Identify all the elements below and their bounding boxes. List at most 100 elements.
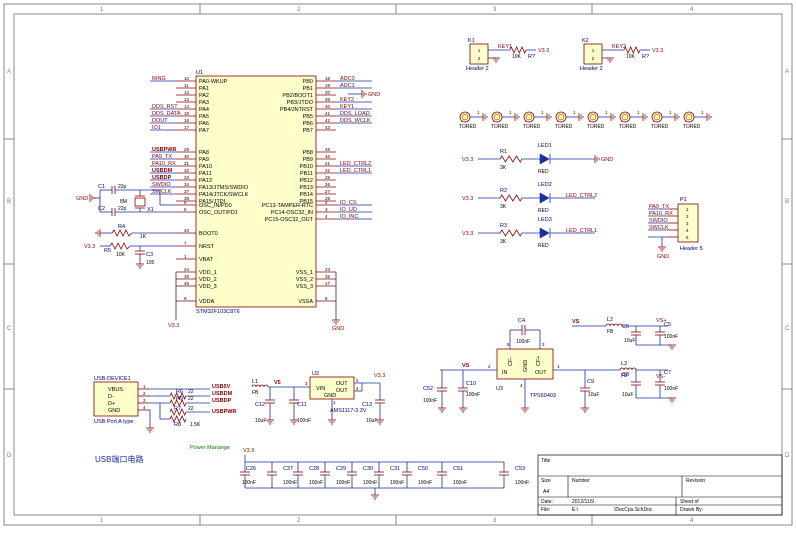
- led-circuits[interactable]: V3.3 R1 3K LED1 RED GND V3.3 R2 3K LED2 RED LED_CTR…: [462, 143, 613, 249]
- power-vin-pin: VIN: [316, 386, 325, 392]
- usb-r6-value: 22: [188, 389, 194, 395]
- power-c11-value: 100nF: [297, 418, 311, 424]
- decap-designator: C27: [283, 466, 293, 472]
- mcu-left-net-label: DDS_RST: [152, 104, 178, 110]
- usb-dm-label: USBDM: [212, 391, 233, 397]
- filter-c6-designator: C6: [622, 324, 629, 330]
- c2-value: 22p: [118, 206, 127, 212]
- header5-net-label: SWDIO: [649, 218, 668, 224]
- usb-pwr-label: USBPWR: [212, 409, 236, 415]
- grid-col-top-2: 2: [297, 7, 301, 13]
- tps-c9-value: 10uF: [588, 392, 599, 398]
- tps-in-pin: IN: [502, 370, 508, 376]
- test-hole-pin: 1: [477, 110, 480, 115]
- mcu-left-pin-name: PA2: [199, 93, 209, 99]
- mcu-left-pin-num: 31: [184, 161, 190, 166]
- usb-r9-value: 22: [188, 396, 194, 402]
- header5-connector[interactable]: P1Header 51PA9_TX2PA10_RX3SWDIO4SWCLK5GN…: [648, 197, 703, 260]
- decap-designator: C29: [336, 466, 346, 472]
- mcu-vss-pin-num: 35: [325, 274, 331, 279]
- decap-value: 100nF: [390, 480, 404, 486]
- reset-v33-label: V3.3: [84, 244, 95, 250]
- vs-filters[interactable]: VS L2FBVS+C610uFC5100nFL3FB VS-C810uFC7100…: [572, 317, 678, 403]
- reset-circuit[interactable]: R4 1K V3.3 R5 10K C3 105: [84, 224, 176, 269]
- mcu-vss-pin-num: 23: [325, 267, 331, 272]
- mcu-right-net-label: ADC1: [340, 83, 355, 89]
- tps60403-circuit[interactable]: U3 TPS60403 IN OUT CF- CF+ GND 2 1 5 3 4 C4 100nF VS C5…: [423, 318, 600, 413]
- mcu-misc-pin-name: NRST: [199, 244, 215, 250]
- mcu-left-net-label: USBDM: [152, 168, 173, 174]
- mcu-left-pin-num: 37: [184, 189, 190, 194]
- power-out1-pin: OUT: [336, 381, 348, 387]
- mcu-rtc-pin-name: PC13-TAMPER-RTC: [262, 203, 313, 209]
- c3-designator: C3: [146, 252, 153, 258]
- mcu-left-pin-num: 12: [184, 90, 190, 95]
- header5-designator: P1: [680, 197, 687, 203]
- mcu-right-net-label: DDS_LOAD: [340, 111, 370, 117]
- mcu-stm32[interactable]: U1 STM32F103C8T6 10 PA0-WKUP RING 11 PA1 12 PA…: [150, 70, 372, 315]
- header5-net-label: SWCLK: [649, 225, 669, 231]
- crystal-gnd-label: GND: [76, 196, 88, 202]
- tps-c4-designator: C4: [518, 318, 525, 324]
- mcu-vss-pin-name: VSS_2: [296, 277, 313, 283]
- grid-row-right-c: C: [785, 326, 790, 332]
- led-color: RED: [538, 243, 549, 249]
- test-hole-label: TORED: [459, 124, 477, 130]
- tb-date-value: 2012/11/9: [572, 499, 594, 505]
- tb-file-value: E:\: [572, 507, 579, 513]
- mcu-osc-pin-name: OSC_OUT/PD1: [199, 210, 238, 216]
- grid-row-left-a: A: [7, 69, 11, 75]
- decoupling-caps[interactable]: V3.3 C26 100nF C27 100nF C28 100nF C29 100nF C30 1…: [240, 448, 529, 500]
- led-resistor-designator: R2: [500, 188, 507, 194]
- usb-r7-designator: R7: [174, 406, 181, 412]
- decap-v33-label: V3.3: [243, 448, 254, 454]
- mcu-misc-pin-name: VBAT: [199, 257, 214, 263]
- mcu-right-pin-num: 46: [325, 154, 331, 159]
- tps-c52-value: 100nF: [423, 398, 437, 404]
- mcu-rtc-pin-name: PC15-OSC32_OUT: [265, 217, 314, 223]
- led-supply-label: V3.3: [462, 196, 473, 202]
- usb-pin-num: 2: [143, 391, 146, 396]
- mcu-osc-pin-name: OSC_IN/PD0: [199, 203, 232, 209]
- mcu-right-pin-name: PB11: [300, 171, 313, 177]
- power-pin-2: 2: [356, 378, 359, 383]
- tb-number: Number: [572, 478, 590, 484]
- mcu-right-pin-num: 45: [325, 147, 331, 152]
- mcu-left-pin-num: 29: [184, 147, 190, 152]
- mcu-osc-pin-num: 6: [184, 207, 187, 212]
- header5-net-label: PA10_RX: [649, 211, 673, 217]
- tb-drawn: Drawn By:: [680, 507, 703, 513]
- mcu-left-net-label: RING: [152, 76, 166, 82]
- tb-file-path: \DocCpu.SchDoc: [614, 507, 653, 513]
- power-c11-designator: C11: [297, 402, 307, 408]
- mcu-right-pin-num: 43: [325, 125, 331, 130]
- usb-pin-name: GND: [108, 408, 120, 414]
- mcu-left-pin-name: PA14/JTCK/SWCLK: [199, 192, 249, 198]
- test-hole-pin: 1: [701, 110, 704, 115]
- header5-gnd-label: GND: [657, 254, 669, 260]
- mcu-v33-label: V3.3: [168, 323, 179, 329]
- inner-border: [13, 13, 783, 516]
- mcu-gnd-label: GND: [332, 326, 344, 332]
- mcu-left-pin-num: 34: [184, 182, 190, 187]
- mcu-vdd-pin-name: VDD_3: [199, 284, 217, 290]
- usb-r7-value: 22: [188, 406, 194, 412]
- test-hole-label: TORED: [491, 124, 509, 130]
- usb-connector-circuit[interactable]: USB-DEVICE1 USB Port A type VBUS 1 D- 2 D+ 3 GND…: [93, 376, 236, 433]
- decap-designator: C31: [390, 466, 400, 472]
- mcu-left-pin-name: PA5: [199, 114, 209, 120]
- mcu-vdd-pin-name: VDD_1: [199, 270, 217, 276]
- led-resistor-value: 3K: [500, 239, 507, 245]
- mcu-right-pin-name: PB3/JTDO: [287, 100, 314, 106]
- tps-cfp-pin: CF+: [536, 355, 542, 366]
- mcu-right-pin-num: 25: [325, 175, 331, 180]
- tps-designator: U3: [496, 386, 503, 392]
- power-u2-designator: U2: [312, 371, 319, 377]
- usb-pin-num: 1: [143, 384, 146, 389]
- mcu-vdd-pin-num: 36: [184, 274, 190, 279]
- mcu-misc-pin-name: BOOT0: [199, 231, 218, 237]
- decap-value: 100nF: [242, 480, 256, 486]
- usb-r8-value: 1.5K: [190, 422, 201, 428]
- outer-border: [3, 3, 793, 526]
- key-headers[interactable]: K112Header 2KEY110K R?V3.3K212Header 2KEY…: [466, 38, 663, 72]
